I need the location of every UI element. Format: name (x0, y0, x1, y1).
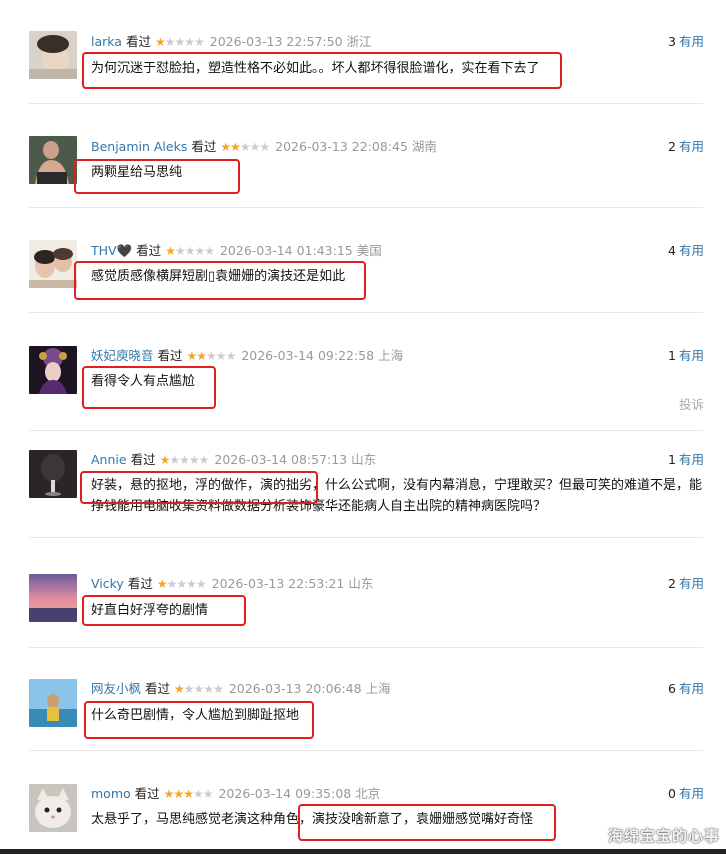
username-link[interactable]: Annie (91, 452, 127, 467)
divider (29, 647, 703, 648)
comment-meta: Benjamin Aleks 看过 ★★★★★ 2026-03-13 22:08:45… (91, 138, 437, 156)
highlight-box (82, 52, 562, 89)
rating-stars: ★★★★★ (159, 453, 210, 467)
vote-count: 6 (668, 681, 676, 696)
comment-location: 美国 (356, 243, 382, 258)
comment-meta: Vicky 看过 ★★★★★ 2026-03-13 22:53:21 山东 (91, 575, 373, 593)
watermark: 海绵宝宝的心事 (607, 827, 720, 845)
useful-button[interactable]: 有用 (679, 139, 704, 154)
useful-button[interactable]: 有用 (679, 452, 704, 467)
rating-stars: ★★★★★ (163, 787, 214, 801)
vote-area: 1 有用 (668, 451, 704, 469)
avatar[interactable] (29, 450, 77, 498)
comment-location: 上海 (365, 681, 391, 696)
vote-area: 4 有用 (668, 242, 704, 260)
rating-stars: ★★★★★ (156, 577, 207, 591)
seen-label: 看过 (157, 348, 183, 363)
highlight-box (74, 261, 366, 300)
comment-time: 2026-03-13 22:57:50 (209, 34, 343, 49)
comment-time: 2026-03-14 08:57:13 (214, 452, 348, 467)
avatar[interactable] (29, 240, 77, 288)
bottom-border (0, 849, 726, 854)
divider (29, 103, 703, 104)
rating-stars: ★★★★★ (186, 349, 237, 363)
divider (29, 750, 703, 751)
vote-count: 2 (668, 139, 676, 154)
username-link[interactable]: Benjamin Aleks (91, 139, 187, 154)
highlight-box (82, 595, 246, 626)
divider (29, 537, 703, 538)
highlight-box (82, 366, 216, 409)
username-link[interactable]: Vicky (91, 576, 124, 591)
comment-time: 2026-03-13 22:53:21 (211, 576, 345, 591)
username-link[interactable]: 妖妃庾晓音 (91, 348, 154, 363)
vote-count: 0 (668, 786, 676, 801)
highlight-box (298, 804, 556, 841)
useful-button[interactable]: 有用 (679, 34, 704, 49)
report-link[interactable]: 投诉 (679, 394, 704, 413)
comment-time: 2026-03-13 20:06:48 (228, 681, 362, 696)
seen-label: 看过 (134, 786, 160, 801)
useful-button[interactable]: 有用 (679, 681, 704, 696)
comment-location: 北京 (355, 786, 381, 801)
vote-count: 3 (668, 34, 676, 49)
avatar[interactable] (29, 679, 77, 727)
username-link[interactable]: momo (91, 786, 131, 801)
avatar[interactable] (29, 136, 77, 184)
vote-count: 1 (668, 348, 676, 363)
vote-area: 1 有用 (668, 347, 704, 365)
vote-area: 2 有用 (668, 575, 704, 593)
seen-label: 看过 (125, 34, 151, 49)
avatar[interactable] (29, 784, 77, 832)
comment-meta: THV🖤 看过 ★★★★★ 2026-03-14 01:43:15 美国 (91, 242, 382, 260)
comment-meta: larka 看过 ★★★★★ 2026-03-13 22:57:50 浙江 (91, 33, 372, 51)
vote-area: 0 有用 (668, 785, 704, 803)
comment-time: 2026-03-14 09:35:08 (218, 786, 352, 801)
comment-location: 湖南 (411, 139, 437, 154)
comment-location: 上海 (378, 348, 404, 363)
vote-area: 3 有用 (668, 33, 704, 51)
highlight-box (84, 701, 314, 739)
vote-count: 2 (668, 576, 676, 591)
divider (29, 207, 703, 208)
vote-count: 4 (668, 243, 676, 258)
comment-meta: 妖妃庾晓音 看过 ★★★★★ 2026-03-14 09:22:58 上海 (91, 347, 403, 365)
comment-time: 2026-03-14 01:43:15 (219, 243, 353, 258)
rating-stars: ★★★★★ (220, 140, 270, 154)
useful-button[interactable]: 有用 (679, 786, 704, 801)
avatar[interactable] (29, 574, 77, 622)
vote-area: 2 有用 (668, 138, 704, 156)
comment-meta: Annie 看过 ★★★★★ 2026-03-14 08:57:13 山东 (91, 451, 376, 469)
avatar[interactable] (29, 346, 77, 394)
rating-stars: ★★★★★ (165, 244, 215, 258)
username-link[interactable]: THV🖤 (91, 243, 132, 258)
rating-stars: ★★★★★ (174, 682, 224, 696)
comment-meta: momo 看过 ★★★★★ 2026-03-14 09:35:08 北京 (91, 785, 380, 803)
seen-label: 看过 (136, 243, 162, 258)
vote-area: 6 有用 (668, 680, 704, 698)
seen-label: 看过 (127, 576, 153, 591)
seen-label: 看过 (130, 452, 156, 467)
useful-button[interactable]: 有用 (679, 576, 704, 591)
username-link[interactable]: 网友小枫 (91, 681, 141, 696)
comment-location: 山东 (348, 576, 374, 591)
seen-label: 看过 (191, 139, 217, 154)
useful-button[interactable]: 有用 (679, 243, 704, 258)
comment-location: 山东 (351, 452, 377, 467)
vote-count: 1 (668, 452, 676, 467)
highlight-box (74, 159, 240, 194)
comment-meta: 网友小枫 看过 ★★★★★ 2026-03-13 20:06:48 上海 (91, 680, 391, 698)
seen-label: 看过 (145, 681, 171, 696)
comment-time: 2026-03-14 09:22:58 (241, 348, 375, 363)
divider (29, 312, 703, 313)
rating-stars: ★★★★★ (154, 35, 205, 49)
highlight-box (80, 471, 318, 504)
useful-button[interactable]: 有用 (679, 348, 704, 363)
comment-time: 2026-03-13 22:08:45 (275, 139, 408, 154)
comment-location: 浙江 (346, 34, 372, 49)
avatar[interactable] (29, 31, 77, 79)
username-link[interactable]: larka (91, 34, 122, 49)
divider (29, 430, 703, 431)
